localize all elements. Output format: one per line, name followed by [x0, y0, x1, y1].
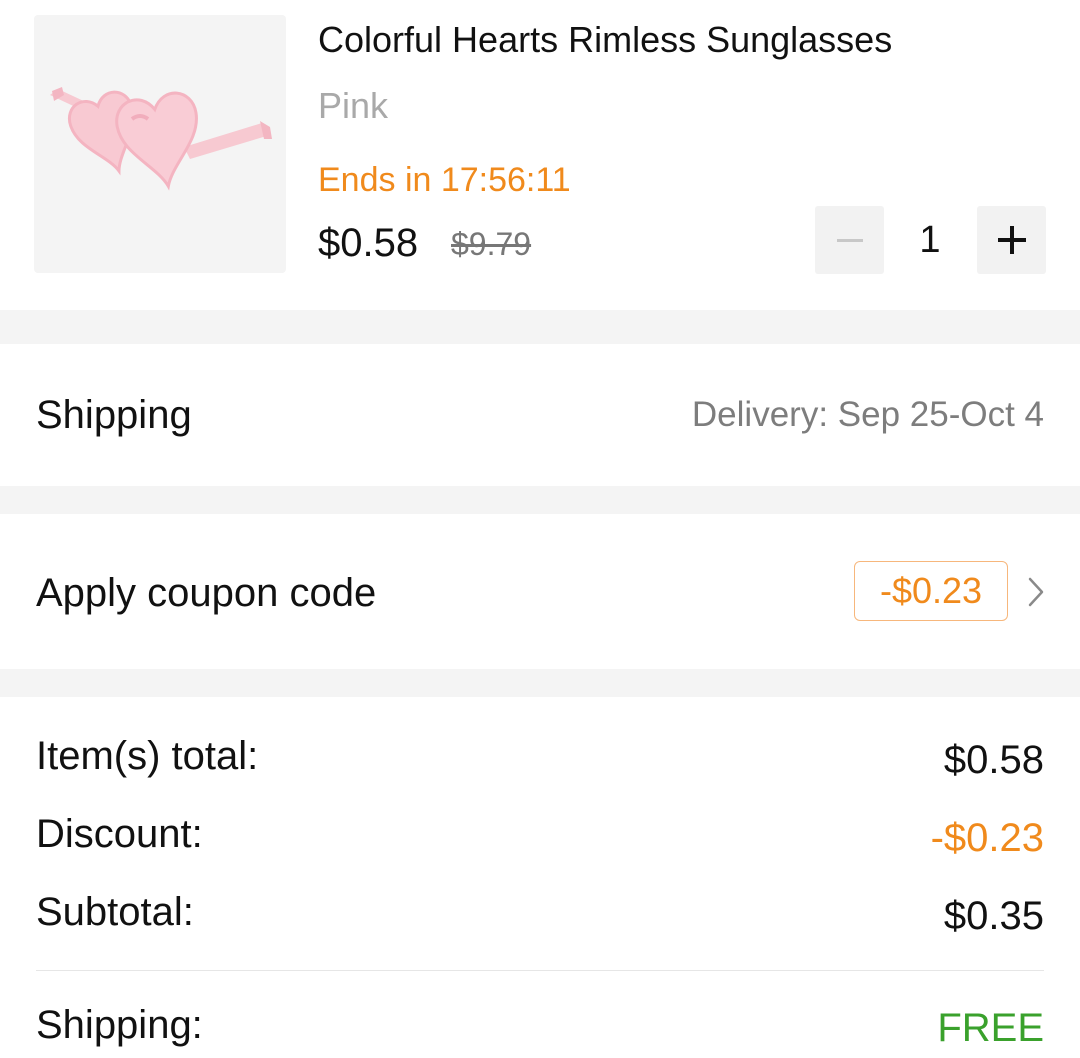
decrease-quantity-button[interactable] — [815, 206, 884, 274]
product-title[interactable]: Colorful Hearts Rimless Sunglasses — [318, 18, 892, 62]
subtotal-label: Subtotal: — [36, 890, 194, 934]
increase-quantity-button[interactable] — [977, 206, 1046, 274]
product-thumbnail[interactable] — [34, 15, 286, 273]
delivery-estimate: Delivery: Sep 25-Oct 4 — [691, 395, 1044, 434]
cart-page: Colorful Hearts Rimless Sunglasses Pink … — [0, 0, 1080, 1058]
coupon-section[interactable]: Apply coupon code -$0.23 — [0, 514, 1080, 669]
order-summary: Item(s) total: $0.58 Discount: -$0.23 Su… — [0, 697, 1080, 1058]
cart-item: Colorful Hearts Rimless Sunglasses Pink … — [0, 0, 1080, 310]
product-variant[interactable]: Pink — [318, 84, 388, 128]
section-divider — [0, 486, 1080, 514]
coupon-label: Apply coupon code — [36, 571, 377, 615]
subtotal-value: $0.35 — [943, 894, 1044, 938]
coupon-amount-badge[interactable]: -$0.23 — [854, 561, 1008, 621]
items-total-value: $0.58 — [943, 738, 1044, 782]
sale-countdown: Ends in 17:56:11 — [318, 161, 571, 199]
discount-value: -$0.23 — [930, 816, 1044, 860]
chevron-right-icon[interactable] — [1026, 576, 1046, 608]
shipping-cost-label: Shipping: — [36, 1003, 203, 1047]
shipping-section[interactable]: Shipping Delivery: Sep 25-Oct 4 — [0, 344, 1080, 486]
items-total-label: Item(s) total: — [36, 734, 259, 778]
shipping-label: Shipping — [36, 393, 192, 437]
quantity-value: 1 — [919, 219, 941, 261]
summary-divider — [36, 970, 1044, 971]
shipping-cost-value: FREE — [937, 1006, 1044, 1050]
section-divider — [0, 310, 1080, 344]
section-divider — [0, 669, 1080, 697]
minus-icon — [837, 239, 863, 242]
heart-sunglasses-icon — [50, 87, 272, 191]
product-price: $0.58 — [318, 221, 419, 265]
original-price: $9.79 — [451, 226, 532, 262]
discount-label: Discount: — [36, 812, 203, 856]
